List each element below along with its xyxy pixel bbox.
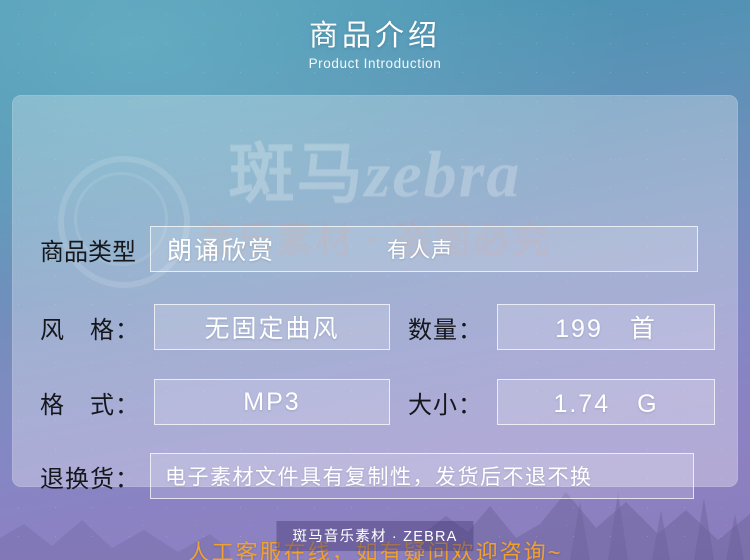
row-value-size: 1.74 G xyxy=(497,379,715,425)
row-value-style: 无固定曲风 xyxy=(154,304,390,350)
page-subtitle: Product Introduction xyxy=(308,56,442,72)
row-label-quantity: 数量： xyxy=(408,316,483,344)
row-label-format: 格 式： xyxy=(40,391,140,419)
product-introduction-page: 斑马zebra 音乐素材 · 盗图必究 商品介绍 Product Introdu… xyxy=(0,0,750,560)
table-row: 格 式： MP3 大小： 1.74 G xyxy=(40,379,715,425)
row-label-style: 风 格： xyxy=(40,316,140,344)
footer-brand-bar: 斑马音乐素材 · ZEBRA xyxy=(276,521,474,551)
product-info-card: 商品类型 朗诵欣赏 有人声 风 格： 无固定曲风 数量： 199 首 格 式： … xyxy=(12,95,738,560)
row-value-format: MP3 xyxy=(154,379,390,425)
row-label-product-type: 商品类型 xyxy=(40,238,136,266)
row-value-quantity: 199 首 xyxy=(497,304,715,350)
row-value-return-policy: 电子素材文件具有复制性，发货后不退不换 xyxy=(150,453,694,499)
row-value-product-type-extra: 有人声 xyxy=(387,239,454,262)
row-value-product-type-box: 朗诵欣赏 有人声 xyxy=(150,226,698,272)
page-title: 商品介绍 xyxy=(308,20,441,52)
row-value-product-type: 朗诵欣赏 xyxy=(167,237,276,265)
row-label-return-policy: 退换货： xyxy=(40,465,140,493)
page-header: 商品介绍 Product Introduction xyxy=(0,18,750,71)
row-label-size: 大小： xyxy=(408,391,483,419)
table-row: 商品类型 朗诵欣赏 有人声 xyxy=(40,226,698,272)
table-row: 风 格： 无固定曲风 数量： 199 首 xyxy=(40,304,715,350)
table-row: 退换货： 电子素材文件具有复制性，发货后不退不换 xyxy=(40,453,694,499)
